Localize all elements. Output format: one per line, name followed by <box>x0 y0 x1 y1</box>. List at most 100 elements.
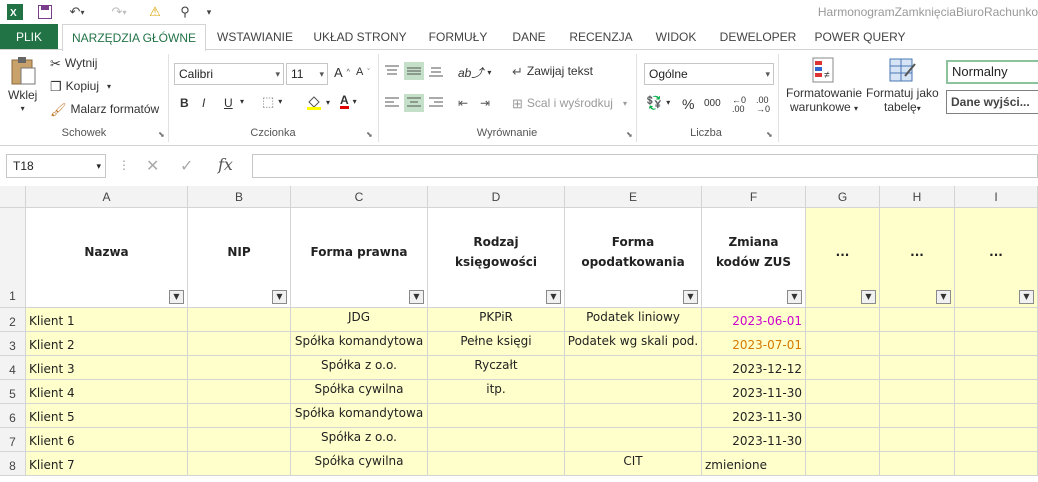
table-cell[interactable]: Pełne księgi <box>428 332 565 356</box>
save-icon[interactable] <box>34 2 56 22</box>
header-cell[interactable]: Zmiana kodów ZUS ▼ <box>702 208 806 308</box>
insert-function-icon[interactable]: fx <box>218 155 233 174</box>
table-cell[interactable] <box>806 428 880 452</box>
table-cell[interactable] <box>955 452 1038 476</box>
orientation-button[interactable]: ab⤴ ▾ <box>458 64 491 81</box>
underline-dropdown-icon[interactable]: ▾ <box>240 97 244 106</box>
table-cell[interactable] <box>565 380 702 404</box>
table-cell[interactable]: Spółka komandytowa <box>291 332 428 356</box>
increase-decimal-button[interactable]: ←0.00 <box>732 96 746 114</box>
format-as-table-button[interactable]: Formatuj jako tabelę▾ <box>866 56 939 114</box>
row-header[interactable]: 4 <box>0 356 26 380</box>
filter-dropdown-icon[interactable]: ▼ <box>409 290 424 304</box>
format-painter-button[interactable]: 🖌 Malarz formatów <box>50 102 159 116</box>
row-header[interactable]: 8 <box>0 452 26 476</box>
table-cell[interactable]: PKPiR <box>428 308 565 332</box>
tab-data[interactable]: DANE <box>500 24 558 50</box>
table-cell[interactable]: Podatek wg skali pod. <box>565 332 702 356</box>
table-cell[interactable] <box>880 308 955 332</box>
header-cell[interactable]: Nazwa ▼ <box>26 208 188 308</box>
table-cell[interactable]: zmienione <box>702 452 806 476</box>
customize-toolbar-icon[interactable]: ▾ <box>200 2 218 22</box>
table-cell[interactable]: Spółka cywilna <box>291 452 428 476</box>
table-cell[interactable]: 2023-11-30 <box>702 380 806 404</box>
header-cell[interactable]: Forma prawna ▼ <box>291 208 428 308</box>
filter-dropdown-icon[interactable]: ▼ <box>683 290 698 304</box>
tab-developer[interactable]: DEWELOPER <box>712 24 804 50</box>
header-cell[interactable]: ... ▼ <box>955 208 1038 308</box>
style-normal[interactable]: Normalny <box>946 60 1038 84</box>
table-cell[interactable] <box>806 380 880 404</box>
table-cell[interactable] <box>806 404 880 428</box>
row-header[interactable]: 5 <box>0 380 26 404</box>
paste-button[interactable]: Wklej ▾ <box>8 56 37 113</box>
header-cell[interactable]: ... ▼ <box>806 208 880 308</box>
table-cell[interactable]: 2023-07-01 <box>702 332 806 356</box>
font-name-select[interactable]: Calibri ▾ <box>174 63 284 85</box>
underline-button[interactable]: U <box>224 96 233 110</box>
table-cell[interactable]: Klient 5 <box>26 404 188 428</box>
warning-icon[interactable]: ⚠ <box>144 2 166 22</box>
table-cell[interactable] <box>806 332 880 356</box>
alignment-launcher-icon[interactable]: ⬊ <box>626 130 633 139</box>
column-header[interactable]: A <box>26 186 188 208</box>
align-top-button[interactable] <box>384 64 400 78</box>
align-center-button[interactable] <box>404 94 424 112</box>
table-cell[interactable]: 2023-11-30 <box>702 428 806 452</box>
tab-home[interactable]: NARZĘDZIA GŁÓWNE <box>62 24 206 51</box>
align-middle-button[interactable] <box>404 62 424 80</box>
filter-dropdown-icon[interactable]: ▼ <box>169 290 184 304</box>
style-output[interactable]: Dane wyjści... <box>946 90 1038 114</box>
cut-button[interactable]: ✂ Wytnij <box>50 56 97 70</box>
table-cell[interactable]: Klient 4 <box>26 380 188 404</box>
fill-color-button[interactable]: ▾ <box>306 94 330 110</box>
tab-power-query[interactable]: POWER QUERY <box>808 24 912 50</box>
table-cell[interactable]: Podatek liniowy <box>565 308 702 332</box>
drag-handle-icon[interactable]: ⋮ <box>118 158 130 172</box>
table-cell[interactable] <box>880 428 955 452</box>
table-cell[interactable] <box>188 452 291 476</box>
row-header[interactable]: 7 <box>0 428 26 452</box>
table-cell[interactable] <box>880 356 955 380</box>
header-cell[interactable]: Rodzaj księgowości ▼ <box>428 208 565 308</box>
tab-insert[interactable]: WSTAWIANIE <box>212 24 298 50</box>
table-cell[interactable] <box>188 332 291 356</box>
filter-dropdown-icon[interactable]: ▼ <box>936 290 951 304</box>
cancel-icon[interactable]: ✕ <box>146 156 159 176</box>
percent-button[interactable]: % <box>682 96 694 112</box>
enter-icon[interactable]: ✓ <box>180 156 193 176</box>
table-cell[interactable] <box>428 428 565 452</box>
table-cell[interactable]: 2023-06-01 <box>702 308 806 332</box>
font-launcher-icon[interactable]: ⬊ <box>366 130 373 139</box>
tab-formulas[interactable]: FORMUŁY <box>420 24 496 50</box>
table-cell[interactable]: CIT <box>565 452 702 476</box>
table-cell[interactable] <box>880 452 955 476</box>
table-cell[interactable] <box>880 404 955 428</box>
column-header[interactable]: F <box>702 186 806 208</box>
increase-font-button[interactable]: A ^ <box>334 65 350 80</box>
merge-center-button[interactable]: ⊞ Scal i wyśrodkuj ▾ <box>512 96 627 110</box>
row-header[interactable]: 2 <box>0 308 26 332</box>
table-cell[interactable] <box>955 404 1038 428</box>
filter-dropdown-icon[interactable]: ▼ <box>861 290 876 304</box>
table-cell[interactable]: JDG <box>291 308 428 332</box>
column-header[interactable]: G <box>806 186 880 208</box>
table-cell[interactable]: 2023-12-12 <box>702 356 806 380</box>
italic-button[interactable]: I <box>202 96 205 110</box>
decrease-font-button[interactable]: Aˇ <box>356 66 370 78</box>
select-all-corner[interactable] <box>0 186 26 208</box>
table-cell[interactable]: Klient 3 <box>26 356 188 380</box>
table-cell[interactable] <box>565 428 702 452</box>
table-cell[interactable] <box>955 308 1038 332</box>
align-right-button[interactable] <box>428 96 444 110</box>
clipboard-launcher-icon[interactable]: ⬊ <box>158 130 165 139</box>
column-header[interactable]: B <box>188 186 291 208</box>
column-header[interactable]: H <box>880 186 955 208</box>
copy-button[interactable]: ❐ Kopiuj ▾ <box>50 79 111 93</box>
tab-review[interactable]: RECENZJA <box>562 24 640 50</box>
table-cell[interactable]: itp. <box>428 380 565 404</box>
filter-dropdown-icon[interactable]: ▼ <box>787 290 802 304</box>
table-cell[interactable]: Ryczałt <box>428 356 565 380</box>
filter-dropdown-icon[interactable]: ▼ <box>272 290 287 304</box>
row-header[interactable]: 3 <box>0 332 26 356</box>
